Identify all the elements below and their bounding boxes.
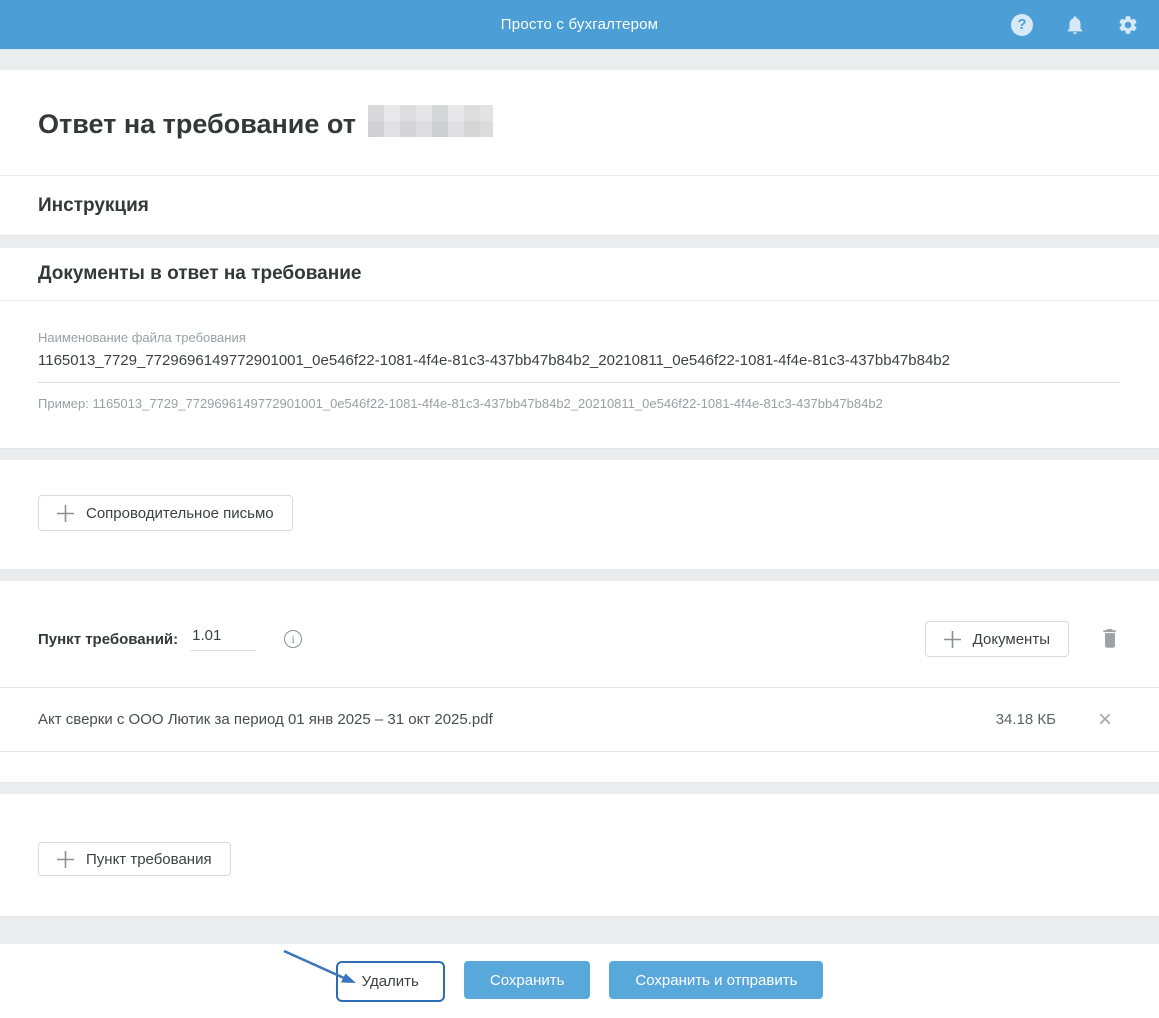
requirement-item: Пункт требований: i Документы Акт сверки…: [0, 581, 1159, 782]
add-requirement-point-button[interactable]: Пункт требования: [38, 842, 231, 876]
documents-heading: Документы в ответ на требование: [38, 263, 362, 284]
point-label: Пункт требований:: [38, 630, 179, 648]
footer-actions: Удалить Сохранить Сохранить и отправить: [0, 944, 1159, 1017]
page-title: Ответ на требование от: [38, 105, 493, 140]
plus-icon: [943, 630, 961, 648]
remove-file-icon[interactable]: ×: [1098, 707, 1112, 732]
app-header: Просто с бухгалтером ?: [0, 0, 1159, 49]
add-cover-letter-button[interactable]: Сопроводительное письмо: [38, 495, 293, 531]
plus-icon: [57, 504, 74, 522]
delete-button-highlight: Удалить: [335, 961, 445, 1002]
help-icon[interactable]: ?: [1009, 12, 1035, 38]
filename-input[interactable]: [38, 352, 1120, 383]
section-divider: [0, 448, 1159, 460]
cover-letter-row: Сопроводительное письмо: [0, 460, 1159, 569]
header-actions: ?: [1009, 12, 1141, 38]
instruction-section[interactable]: Инструкция: [0, 176, 1159, 235]
save-and-send-button[interactable]: Сохранить и отправить: [609, 961, 824, 999]
instruction-heading: Инструкция: [38, 194, 149, 216]
filename-label: Наименование файла требования: [38, 330, 246, 345]
delete-button[interactable]: Удалить: [339, 965, 441, 998]
point-row-actions: Документы: [924, 621, 1120, 657]
documents-section-header: Документы в ответ на требование: [0, 248, 1159, 301]
section-divider: [0, 916, 1159, 944]
attached-file-row: Акт сверки с ООО Лютик за период 01 янв …: [0, 687, 1159, 752]
section-divider: [0, 235, 1159, 248]
point-number-input[interactable]: [190, 627, 257, 651]
section-divider: [0, 782, 1159, 794]
plus-icon: [57, 850, 74, 868]
requirement-point-row: Пункт требований: i Документы: [0, 581, 1159, 657]
add-point-row: Пункт требования: [0, 794, 1159, 916]
delete-point-trash-icon[interactable]: [1100, 628, 1120, 650]
page-title-section: Ответ на требование от: [0, 70, 1159, 176]
attached-file-name: Акт сверки с ООО Лютик за период 01 янв …: [38, 711, 493, 728]
info-icon[interactable]: i: [284, 630, 303, 648]
section-divider: [0, 569, 1159, 581]
attached-file-size: 34.18 КБ: [995, 711, 1056, 728]
gear-icon[interactable]: [1115, 12, 1141, 38]
filename-example-hint: Пример: 1165013_7729_7729696149772901001…: [38, 396, 883, 411]
app-title: Просто с бухгалтером: [500, 16, 659, 33]
section-divider: [0, 49, 1159, 70]
save-button[interactable]: Сохранить: [463, 961, 591, 999]
add-documents-button[interactable]: Документы: [924, 621, 1069, 657]
requirement-filename-block: Наименование файла требования Пример: 11…: [0, 301, 1159, 448]
bell-icon[interactable]: [1062, 12, 1088, 38]
redacted-date: [367, 105, 493, 137]
